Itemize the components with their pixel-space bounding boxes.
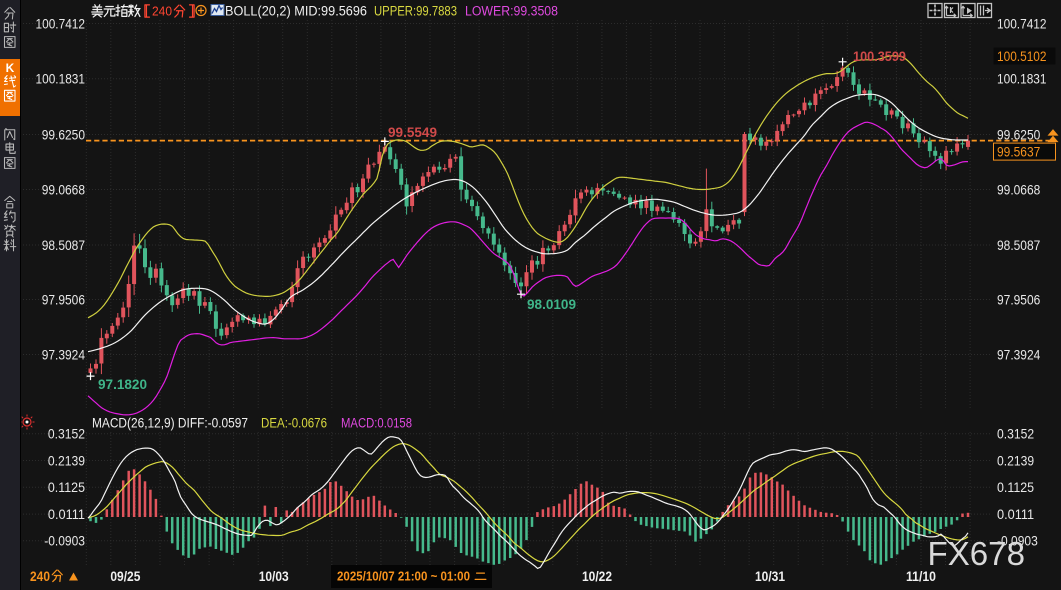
svg-text:-0.0903: -0.0903: [44, 534, 85, 549]
svg-text:100.1831: 100.1831: [997, 72, 1047, 87]
svg-text:240: 240: [152, 4, 172, 19]
svg-text:10/03: 10/03: [259, 569, 289, 584]
svg-text:97.3924: 97.3924: [997, 347, 1041, 362]
svg-text:100.5102: 100.5102: [997, 49, 1047, 64]
svg-text:0.2139: 0.2139: [48, 453, 85, 468]
svg-text:98.5087: 98.5087: [997, 238, 1040, 253]
svg-text:97.3924: 97.3924: [42, 347, 86, 362]
svg-text:97.9506: 97.9506: [997, 292, 1040, 307]
svg-text:BOLL(20,2) MID:99.5696: BOLL(20,2) MID:99.5696: [225, 4, 367, 19]
svg-text:99.5549: 99.5549: [388, 125, 437, 140]
svg-text:0.0111: 0.0111: [48, 507, 85, 522]
svg-text:100.3599: 100.3599: [853, 48, 906, 64]
svg-text:240: 240: [30, 569, 50, 584]
svg-text:K: K: [6, 61, 15, 75]
svg-text:99.5637: 99.5637: [997, 145, 1040, 160]
svg-text:MACD(26,12,9) DIFF:-0.0597: MACD(26,12,9) DIFF:-0.0597: [92, 416, 248, 431]
svg-text:97.9506: 97.9506: [42, 292, 85, 307]
svg-text:99.6250: 99.6250: [997, 127, 1040, 142]
svg-text:100.7412: 100.7412: [36, 16, 86, 31]
svg-text:99.0668: 99.0668: [42, 182, 85, 197]
svg-text:97.1820: 97.1820: [98, 377, 147, 392]
svg-text:98.5087: 98.5087: [42, 238, 85, 253]
svg-text:MACD:0.0158: MACD:0.0158: [341, 416, 412, 431]
svg-text:10/22: 10/22: [582, 569, 612, 584]
svg-text:98.0109: 98.0109: [527, 297, 576, 312]
svg-text:0.0111: 0.0111: [997, 507, 1034, 522]
svg-text:UPPER:99.7883: UPPER:99.7883: [374, 4, 457, 19]
svg-text:2025/10/07 21:00 ~ 01:00: 2025/10/07 21:00 ~ 01:00: [337, 569, 470, 584]
svg-text:0.1125: 0.1125: [997, 480, 1034, 495]
svg-text:10/31: 10/31: [755, 569, 785, 584]
svg-text:100.1831: 100.1831: [36, 72, 86, 87]
svg-text:0.3152: 0.3152: [48, 427, 85, 442]
svg-text:0.2139: 0.2139: [997, 453, 1034, 468]
svg-text:0.1125: 0.1125: [48, 480, 85, 495]
svg-text:DEA:-0.0676: DEA:-0.0676: [261, 416, 327, 431]
svg-text:FX678: FX678: [928, 535, 1026, 572]
svg-text:100.7412: 100.7412: [997, 16, 1047, 31]
svg-text:99.0668: 99.0668: [997, 182, 1040, 197]
svg-text:99.6250: 99.6250: [42, 127, 85, 142]
svg-text:09/25: 09/25: [110, 569, 140, 584]
svg-text:LOWER:99.3508: LOWER:99.3508: [465, 4, 558, 19]
svg-text:0.3152: 0.3152: [997, 427, 1034, 442]
